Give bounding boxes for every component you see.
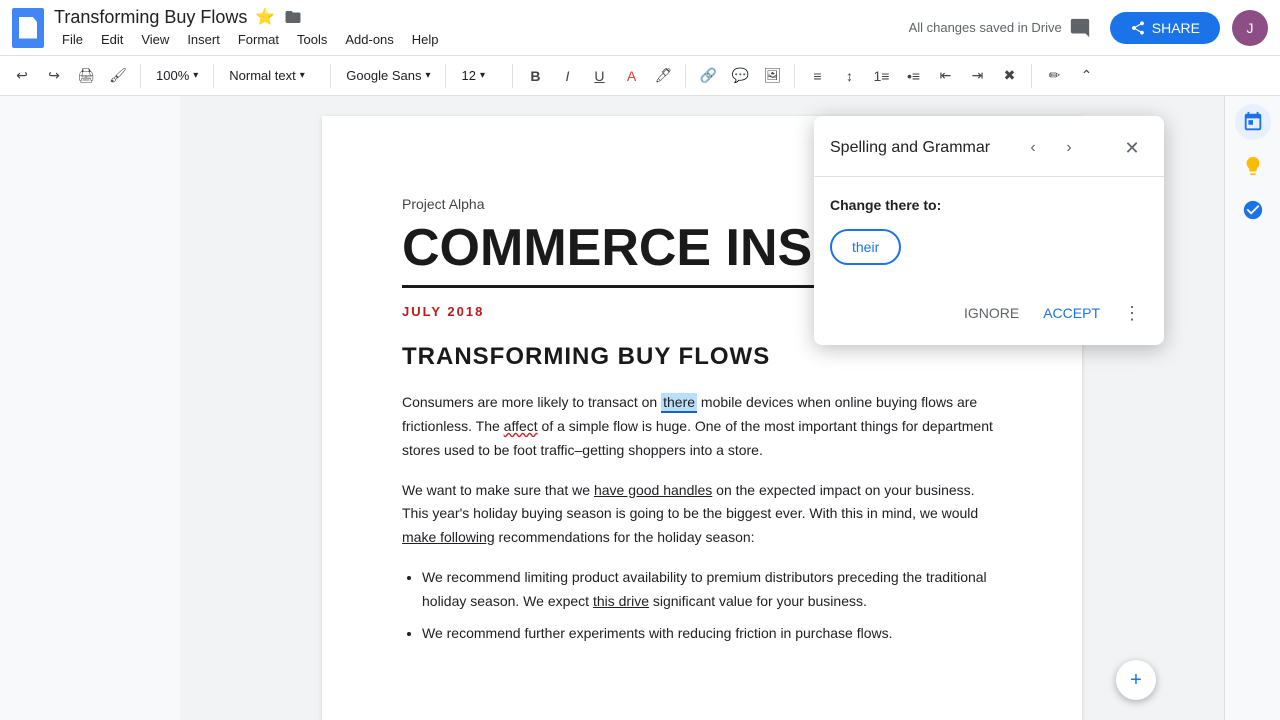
fab-button[interactable]: +: [1116, 660, 1156, 700]
spell-close-button[interactable]: ✕: [1116, 132, 1148, 164]
spell-prev-button[interactable]: ‹: [1017, 132, 1049, 164]
share-button[interactable]: SHARE: [1110, 12, 1220, 44]
italic-button[interactable]: I: [553, 62, 581, 90]
undo-button[interactable]: ↩: [8, 62, 36, 90]
accept-button[interactable]: ACCEPT: [1035, 297, 1108, 329]
menu-format[interactable]: Format: [230, 30, 287, 49]
folder-icon[interactable]: [283, 7, 303, 27]
zoom-select[interactable]: 100% ▾: [149, 62, 205, 90]
toolbar: ↩ ↪ 🖨 🖌 100% ▾ Normal text ▾ Google Sans…: [0, 56, 1280, 96]
bold-button[interactable]: B: [521, 62, 549, 90]
title-section: Transforming Buy Flows ⭐ File Edit View …: [54, 7, 889, 49]
bullet1-underlined: this drive: [593, 593, 649, 609]
body-paragraph-1: Consumers are more likely to transact on…: [402, 391, 1002, 462]
menu-file[interactable]: File: [54, 30, 91, 49]
doc-title-row: Transforming Buy Flows ⭐: [54, 7, 889, 28]
expand-button[interactable]: ⌃: [1072, 62, 1100, 90]
right-actions: SHARE J: [1062, 10, 1268, 46]
comment-icon[interactable]: [1062, 10, 1098, 46]
para2-start: We want to make sure that we: [402, 482, 594, 498]
size-select[interactable]: 12 ▾: [454, 62, 504, 90]
keep-sidebar-icon[interactable]: [1235, 148, 1271, 184]
edit-mode-button[interactable]: ✏: [1040, 62, 1068, 90]
spell-change-text: Change there to:: [830, 197, 1148, 213]
clear-format-button[interactable]: ✖: [995, 62, 1023, 90]
separator-8: [1031, 64, 1032, 88]
separator-7: [794, 64, 795, 88]
saved-status: All changes saved in Drive: [909, 20, 1062, 35]
menu-help[interactable]: Help: [404, 30, 447, 49]
spell-header: Spelling and Grammar ‹ › ✕: [814, 116, 1164, 177]
left-margin: [0, 96, 180, 720]
spell-title: Spelling and Grammar: [830, 139, 990, 157]
main-area: Project Alpha COMMERCE INSIGHTS JULY 201…: [0, 96, 1280, 720]
highlight-button[interactable]: 🖊: [649, 62, 677, 90]
ignore-button[interactable]: IGNORE: [956, 297, 1027, 329]
bullet-item-2: We recommend further experiments with re…: [422, 622, 1002, 646]
calendar-sidebar-icon[interactable]: [1235, 104, 1271, 140]
indent-dec-button[interactable]: ⇤: [931, 62, 959, 90]
document-area[interactable]: Project Alpha COMMERCE INSIGHTS JULY 201…: [180, 96, 1224, 720]
align-button[interactable]: ≡: [803, 62, 831, 90]
google-docs-icon: [12, 8, 44, 48]
user-avatar[interactable]: J: [1232, 10, 1268, 46]
bullet-item-1: We recommend limiting product availabili…: [422, 566, 1002, 614]
line-spacing-button[interactable]: ↕: [835, 62, 863, 90]
separator-4: [445, 64, 446, 88]
spell-suggestion-button[interactable]: their: [830, 229, 901, 265]
link-button[interactable]: 🔗: [694, 62, 722, 90]
separator-1: [140, 64, 141, 88]
font-select[interactable]: Google Sans ▾: [339, 62, 437, 90]
section-title: TRANSFORMING BUY FLOWS: [402, 343, 1002, 371]
indent-inc-button[interactable]: ⇥: [963, 62, 991, 90]
para1-affect: affect: [504, 418, 538, 434]
menu-tools[interactable]: Tools: [289, 30, 335, 49]
para2-underlined1: have good handles: [594, 482, 712, 498]
separator-6: [685, 64, 686, 88]
menu-bar: File Edit View Insert Format Tools Add-o…: [54, 30, 889, 49]
style-select[interactable]: Normal text ▾: [222, 62, 322, 90]
comment-inline-button[interactable]: 💬: [726, 62, 754, 90]
spelling-grammar-panel: Spelling and Grammar ‹ › ✕ Change there …: [814, 116, 1164, 345]
separator-2: [213, 64, 214, 88]
body-paragraph-2: We want to make sure that we have good h…: [402, 479, 1002, 550]
top-bar: Transforming Buy Flows ⭐ File Edit View …: [0, 0, 1280, 56]
underline-button[interactable]: U: [585, 62, 613, 90]
spell-footer: IGNORE ACCEPT ⋮: [814, 285, 1164, 345]
separator-3: [330, 64, 331, 88]
spell-body: Change there to: their: [814, 177, 1164, 285]
separator-5: [512, 64, 513, 88]
list-numbered-button[interactable]: 1≡: [867, 62, 895, 90]
spell-nav: ‹ ›: [1017, 132, 1085, 164]
para2-underlined2: make following: [402, 529, 495, 545]
spell-error-word: there: [885, 197, 919, 213]
menu-view[interactable]: View: [133, 30, 177, 49]
star-icon[interactable]: ⭐: [255, 7, 275, 27]
print-button[interactable]: 🖨: [72, 62, 100, 90]
para1-before: Consumers are more likely to transact on: [402, 394, 661, 410]
share-label: SHARE: [1152, 20, 1200, 36]
list-bullet-button[interactable]: •≡: [899, 62, 927, 90]
doc-title: Transforming Buy Flows: [54, 7, 247, 28]
menu-insert[interactable]: Insert: [179, 30, 228, 49]
redo-button[interactable]: ↪: [40, 62, 68, 90]
menu-addons[interactable]: Add-ons: [337, 30, 401, 49]
color-button[interactable]: A: [617, 62, 645, 90]
spell-next-button[interactable]: ›: [1053, 132, 1085, 164]
more-options-button[interactable]: ⋮: [1116, 297, 1148, 329]
right-sidebar: [1224, 96, 1280, 720]
highlighted-there: there: [661, 393, 697, 413]
image-button[interactable]: 🖼: [758, 62, 786, 90]
paint-format-button[interactable]: 🖌: [104, 62, 132, 90]
menu-edit[interactable]: Edit: [93, 30, 131, 49]
bullet-list: We recommend limiting product availabili…: [422, 566, 1002, 645]
para2-end: recommendations for the holiday season:: [495, 529, 755, 545]
tasks-sidebar-icon[interactable]: [1235, 192, 1271, 228]
